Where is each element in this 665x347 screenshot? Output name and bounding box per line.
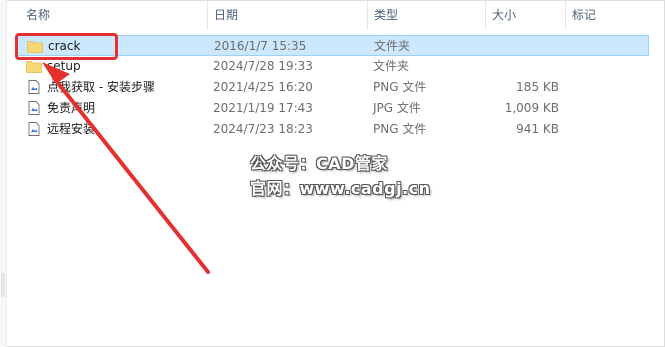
image-file-icon — [28, 101, 40, 115]
file-size: 941 KB — [516, 122, 559, 136]
file-name: 远程安装 — [47, 122, 96, 136]
file-date: 2016/1/7 15:35 — [214, 39, 307, 53]
column-header-size[interactable]: 大小 — [486, 0, 566, 30]
file-date: 2021/1/19 17:43 — [213, 101, 313, 115]
column-header-bar: ^ 名称 日期 类型 大小 标记 — [6, 0, 665, 30]
image-file-icon — [28, 80, 40, 94]
navigation-pane-edge — [0, 0, 7, 347]
column-header-date[interactable]: 日期 — [208, 0, 368, 30]
file-date: 2024/7/23 18:23 — [213, 122, 313, 136]
file-row-install-steps[interactable]: 点我获取 - 安装步骤 2021/4/25 16:20 PNG 文件 185 K… — [17, 77, 649, 98]
file-date: 2021/4/25 16:20 — [213, 80, 313, 94]
file-type: PNG 文件 — [373, 122, 427, 136]
file-name: 点我获取 - 安装步骤 — [47, 80, 155, 94]
file-row-remote-install[interactable]: 远程安装 2024/7/23 18:23 PNG 文件 941 KB — [17, 119, 649, 140]
file-size: 185 KB — [516, 80, 559, 94]
file-type: 文件夹 — [373, 59, 410, 73]
annotation-highlight-box — [15, 33, 118, 60]
column-header-type[interactable]: 类型 — [368, 0, 486, 30]
watermark-wechat: 公众号：CAD管家 — [250, 154, 388, 173]
file-size: 1,009 KB — [504, 101, 559, 115]
file-type: PNG 文件 — [373, 80, 427, 94]
file-type: JPG 文件 — [373, 101, 421, 115]
file-type: 文件夹 — [374, 39, 411, 53]
file-name: 免责声明 — [47, 101, 96, 115]
scroll-nub[interactable] — [1, 273, 5, 297]
column-header-name[interactable]: 名称 — [20, 0, 208, 30]
image-file-icon — [28, 122, 40, 136]
watermark-website: 官网：www.cadgj.cn — [250, 179, 431, 198]
file-date: 2024/7/28 19:33 — [213, 59, 313, 73]
file-row-disclaimer[interactable]: 免责声明 2021/1/19 17:43 JPG 文件 1,009 KB — [17, 98, 649, 119]
folder-icon — [26, 61, 42, 73]
column-header-tags[interactable]: 标记 — [566, 0, 656, 30]
